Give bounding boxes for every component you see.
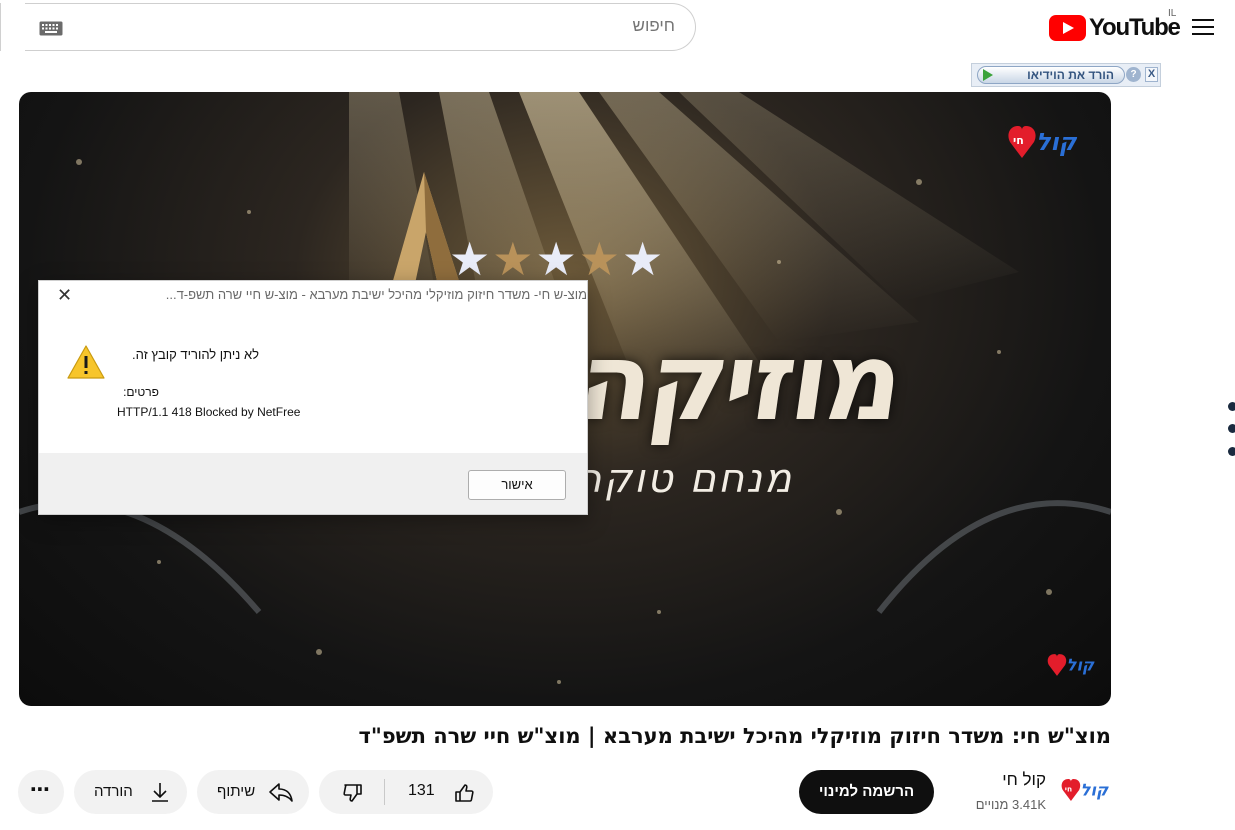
download-label: הורדה: [94, 783, 133, 800]
kol-chai-logo-small: קול: [1047, 654, 1096, 676]
dislike-icon[interactable]: [341, 781, 365, 805]
share-icon: [269, 783, 293, 802]
search-box[interactable]: חיפוש: [25, 3, 696, 51]
more-icon: ⋯: [30, 777, 51, 801]
ok-button[interactable]: אישור: [468, 470, 566, 500]
video-download-toolbar: הורד את הוידיאו ? X: [971, 63, 1161, 87]
dialog-footer: אישור: [39, 453, 587, 514]
dialog-message: לא ניתן להוריד קובץ זה.: [132, 347, 259, 362]
dialog-title: מוצ-ש חי- משדר חיזוק מוזיקלי מהיכל ישיבת…: [165, 287, 587, 302]
masthead: חיפוש YouTube IL: [0, 0, 1235, 56]
download-video-button[interactable]: הורד את הוידיאו: [977, 66, 1125, 84]
dialog-titlebar: מוצ-ש חי- משדר חיזוק מוזיקלי מהיכל ישיבת…: [39, 281, 587, 311]
channel-avatar[interactable]: חי קול: [1060, 773, 1112, 807]
help-icon[interactable]: ?: [1126, 67, 1141, 82]
svg-text:חי: חי: [1065, 784, 1072, 793]
subscribe-button[interactable]: הרשמה למינוי: [799, 770, 934, 814]
video-overlay-subtitle: מנחם טוקר: [579, 456, 794, 502]
like-count: 131: [408, 782, 435, 799]
channel-name[interactable]: קול חי: [1002, 770, 1046, 790]
country-code: IL: [1168, 8, 1177, 19]
download-video-label: הורד את הוידיאו: [1027, 68, 1114, 82]
video-title: מוצ"ש חי: משדר חיזוק מוזיקלי מהיכל ישיבת…: [358, 724, 1111, 748]
svg-text:קול: קול: [1067, 655, 1096, 674]
svg-text:קול: קול: [1036, 128, 1078, 156]
kol-chai-logo: חי קול: [1008, 126, 1078, 158]
like-dislike-group: 131: [319, 770, 493, 814]
dialog-body: לא ניתן להוריד קובץ זה. פרטים: HTTP/1.1 …: [39, 311, 587, 453]
youtube-wordmark: YouTube: [1089, 14, 1181, 41]
video-overlay-title: מוזיקה: [570, 320, 908, 445]
search-input[interactable]: חיפוש: [633, 16, 675, 36]
play-arrow-icon: [983, 69, 993, 81]
left-edge-divider: [0, 3, 1, 51]
youtube-play-icon: [1049, 15, 1086, 41]
subscriber-count: 3.41K מנויים: [975, 797, 1046, 812]
close-toolbar-button[interactable]: X: [1145, 67, 1158, 82]
rating-stars-graphic: ★★★★★: [449, 232, 666, 286]
share-label: שיתוף: [217, 783, 256, 800]
side-panel-handle-icon[interactable]: [1228, 402, 1235, 462]
download-icon: [152, 783, 168, 802]
details-label: פרטים:: [123, 385, 159, 399]
warning-icon: [67, 345, 105, 379]
svg-text:קול: קול: [1081, 780, 1110, 799]
menu-icon[interactable]: [1190, 14, 1216, 40]
download-error-dialog: מוצ-ש חי- משדר חיזוק מוזיקלי מהיכל ישיבת…: [38, 280, 588, 515]
download-button[interactable]: הורדה: [74, 770, 187, 814]
close-icon[interactable]: ✕: [57, 285, 72, 306]
svg-text:חי: חי: [1013, 134, 1024, 147]
like-icon[interactable]: [452, 781, 476, 805]
details-value: HTTP/1.1 418 Blocked by NetFree: [117, 405, 301, 419]
youtube-logo[interactable]: YouTube: [1049, 14, 1181, 42]
like-divider: [384, 779, 385, 805]
share-button[interactable]: שיתוף: [197, 770, 309, 814]
keyboard-icon[interactable]: [39, 21, 63, 36]
more-actions-button[interactable]: ⋯: [18, 770, 64, 814]
